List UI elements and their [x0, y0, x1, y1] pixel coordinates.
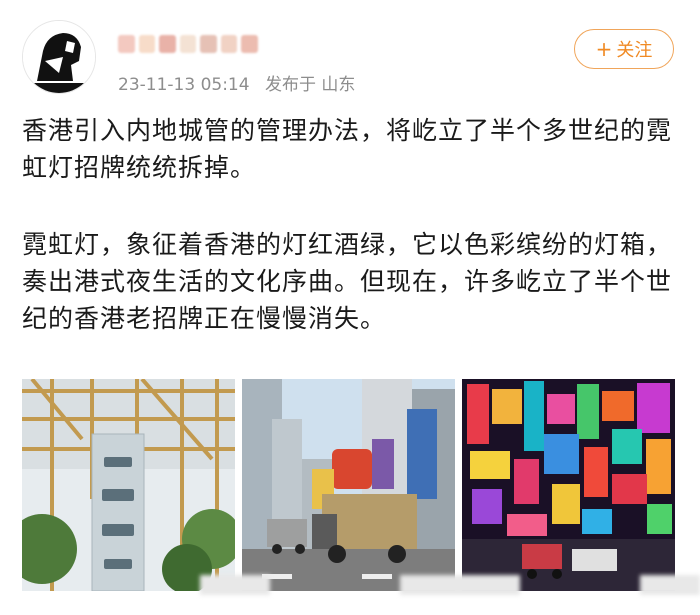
image-caption-blur — [640, 575, 700, 595]
truck-removing-sign-photo — [242, 379, 455, 591]
post-location: 发布于 山东 — [264, 75, 356, 95]
follow-label: 关注 — [616, 40, 653, 61]
follow-button[interactable]: + 关注 — [574, 29, 674, 69]
image-caption-blur — [400, 575, 520, 595]
post-paragraph-2: 霓虹灯，象征着香港的灯红酒绿，它以色彩缤纷的灯箱，奏出港式夜生活的文化序曲。但现… — [22, 230, 673, 333]
post-meta: 23-11-13 05:14 发布于 山东 — [118, 70, 365, 95]
plus-icon: + — [595, 37, 613, 61]
username-blurred[interactable] — [118, 26, 259, 62]
post-image-2[interactable] — [242, 379, 455, 591]
post-image-3[interactable] — [462, 379, 675, 591]
scaffold-sign-photo — [22, 379, 235, 591]
user-avatar[interactable] — [22, 20, 96, 94]
avatar-image — [23, 21, 95, 93]
image-caption-blur — [200, 575, 270, 595]
neon-street-photo — [462, 379, 675, 591]
post-paragraph-1: 香港引入内地城管的管理办法，将屹立了半个多世纪的霓虹灯招牌统统拆掉。 — [22, 116, 673, 182]
post-timestamp: 23-11-13 05:14 — [118, 75, 250, 95]
post-image-1[interactable] — [22, 379, 235, 591]
